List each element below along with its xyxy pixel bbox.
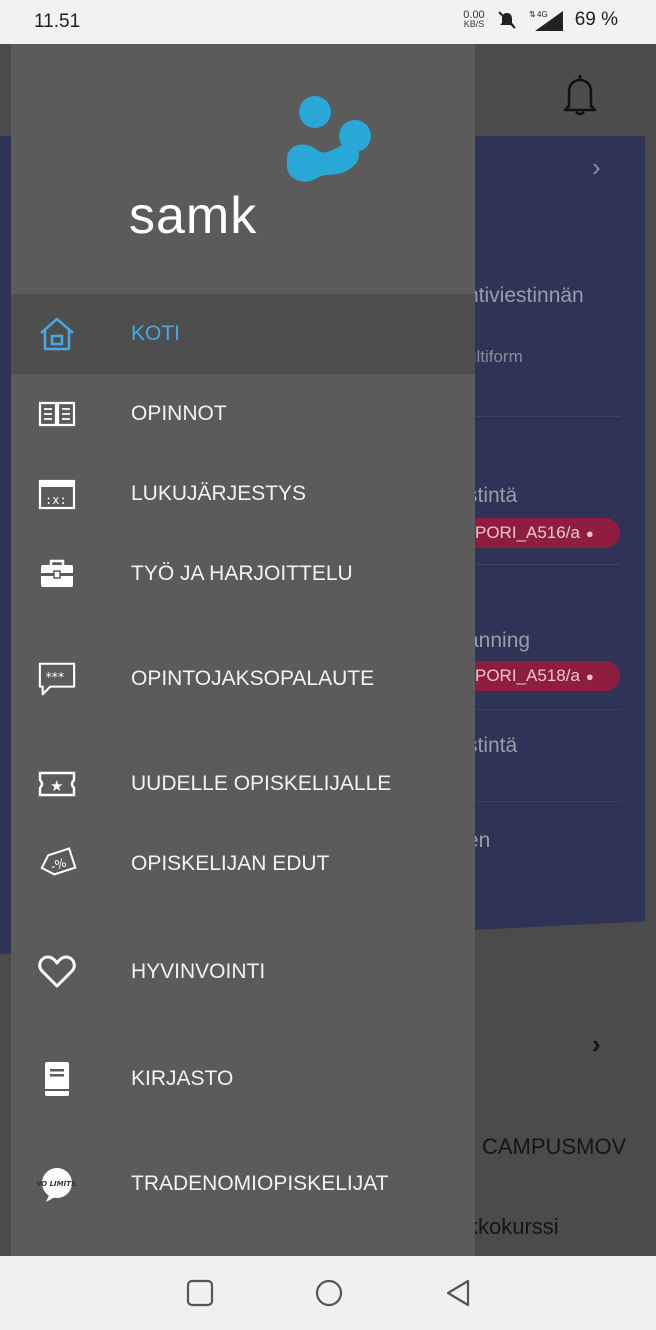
menu-item-lukujarjestys[interactable]: :x: LUKUJÄRJESTYS (11, 454, 475, 534)
menu-item-label: LUKUJÄRJESTYS (131, 482, 307, 505)
back-button[interactable] (442, 1276, 476, 1310)
signal-icon: ⇅ 4G (529, 10, 563, 31)
svg-text::x:: :x: (45, 493, 67, 507)
divider (475, 709, 621, 710)
menu-item-tyo-ja-harjoittelu[interactable]: TYÖ JA HARJOITTELU (11, 534, 475, 614)
menu-item-opinnot[interactable]: OPINNOT (11, 374, 475, 454)
status-icons: 0.00 KB/S ⇅ 4G 69 % (463, 9, 618, 31)
ticket-star-icon: ★ (37, 764, 77, 804)
menu-item-label: KOTI (131, 322, 181, 345)
location-pin-icon: ● (585, 526, 594, 541)
menu-item-label: TRADENOMIOPISKELIJAT (131, 1172, 389, 1195)
svg-text:NO LIMITS.: NO LIMITS. (37, 1180, 77, 1188)
divider (475, 564, 621, 565)
home-button[interactable] (312, 1276, 346, 1310)
course-name: kkokurssi (467, 1214, 559, 1239)
menu-item-label: OPINNOT (131, 402, 227, 425)
navigation-drawer: samk KOTI OPINNOT :x: LUKUJÄRJESTYS TYÖ … (11, 44, 475, 1256)
battery-level: 69 % (574, 9, 618, 30)
menu-item-opiskelijan-edut[interactable]: -% OPISKELIJAN EDUT (11, 824, 475, 904)
feedback-stars-icon: *** (37, 659, 77, 699)
bell-icon[interactable] (560, 72, 600, 116)
chevron-right-icon[interactable]: › (592, 1029, 601, 1060)
location-pin-icon: ● (585, 669, 594, 684)
menu-item-opintojaksopalaute[interactable]: *** OPINTOJAKSOPALAUTE (11, 639, 475, 719)
course-name: anning (467, 629, 531, 652)
no-limits-badge-icon: NO LIMITS. (37, 1164, 77, 1204)
menu-item-label: OPINTOJAKSOPALAUTE (131, 667, 375, 690)
heart-icon (37, 952, 77, 992)
menu-item-uudelle-opiskelijalle[interactable]: ★ UUDELLE OPISKELIJALLE (11, 744, 475, 824)
course-name: ntiviestinnän (467, 284, 584, 307)
briefcase-icon (37, 554, 77, 594)
divider (475, 801, 621, 802)
discount-tag-icon: -% (37, 844, 77, 884)
course-detail: ultiform (467, 347, 523, 366)
mute-icon (497, 11, 516, 29)
menu-item-label: KIRJASTO (131, 1067, 234, 1090)
menu-item-label: OPISKELIJAN EDUT (131, 852, 330, 875)
divider (475, 416, 621, 417)
menu-item-label: TYÖ JA HARJOITTELU (131, 562, 353, 585)
menu-item-label: HYVINVOINTI (131, 960, 266, 983)
home-icon (37, 314, 77, 354)
network-speed: 0.00 KB/S (463, 9, 485, 29)
open-book-icon (37, 394, 77, 434)
section-title: CAMPUSMOV (482, 1134, 627, 1159)
chevron-right-icon[interactable]: › (592, 152, 601, 183)
menu-item-hyvinvointi[interactable]: HYVINVOINTI (11, 932, 475, 1012)
menu-item-koti[interactable]: KOTI (11, 294, 475, 374)
calendar-icon: :x: (37, 474, 77, 514)
status-bar: 11.51 0.00 KB/S ⇅ 4G 69 % (0, 0, 656, 44)
book-icon (37, 1059, 77, 1099)
menu-item-kirjasto[interactable]: KIRJASTO (11, 1039, 475, 1119)
clock: 11.51 (34, 11, 81, 32)
samk-logo-mark (287, 96, 371, 182)
svg-text:***: *** (46, 670, 65, 684)
recent-apps-button[interactable] (183, 1276, 217, 1310)
menu-item-tradenomiopiskelijat[interactable]: NO LIMITS. TRADENOMIOPISKELIJAT (11, 1144, 475, 1224)
svg-text:4G: 4G (537, 10, 548, 19)
svg-text:★: ★ (50, 777, 63, 795)
system-navigation-bar (0, 1256, 656, 1330)
svg-text:⇅: ⇅ (529, 10, 536, 19)
samk-logo: samk (129, 94, 371, 245)
menu-item-label: UUDELLE OPISKELIJALLE (131, 772, 392, 795)
